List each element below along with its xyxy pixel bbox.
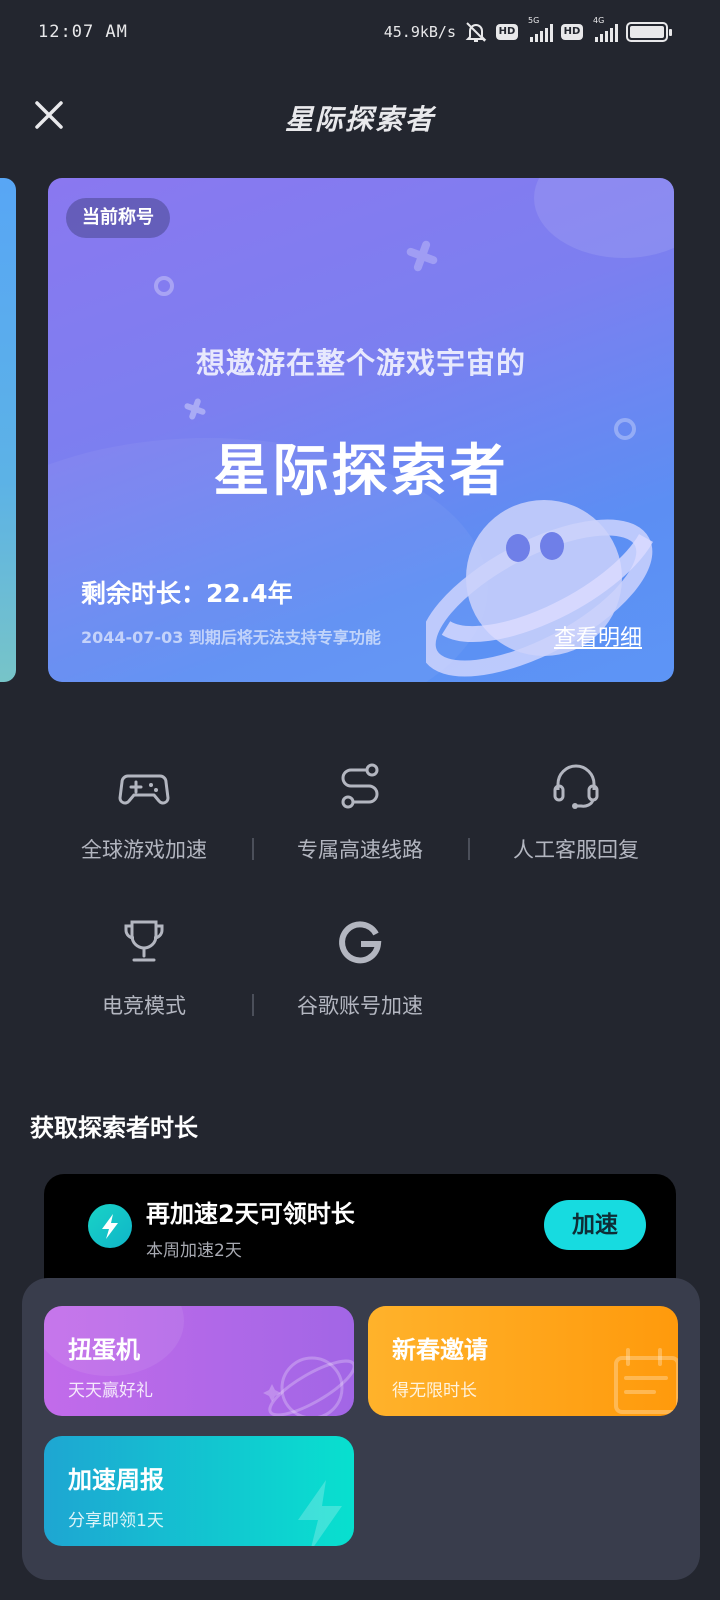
- bell-muted-icon: [465, 22, 487, 42]
- feature-google-account-boost[interactable]: 谷歌账号加速: [252, 916, 468, 1020]
- google-icon: [339, 921, 382, 964]
- sim1-network-gen: 5G: [528, 16, 540, 25]
- tile-title: 新春邀请: [392, 1336, 488, 1364]
- sim2-network-gen: 4G: [593, 16, 605, 25]
- hd-badge: HD: [496, 24, 518, 40]
- route-icon: [341, 763, 379, 809]
- deco-ring-icon: [154, 276, 174, 296]
- headset-icon: [553, 764, 599, 809]
- page-title: 星际探索者: [284, 103, 435, 136]
- planet-outline-icon: [263, 1356, 354, 1416]
- view-details-link[interactable]: 查看明细: [554, 620, 642, 652]
- lightning-icon: [88, 1204, 132, 1248]
- tile-subtitle: 分享即领1天: [68, 1511, 164, 1531]
- task-title: 再加速2天可领时长: [146, 1200, 355, 1228]
- calendar-outline-icon: [614, 1348, 678, 1414]
- gamepad-icon: [118, 774, 170, 805]
- feature-label: 人工客服回复: [513, 838, 639, 862]
- signal-4g-icon: 4G: [591, 16, 618, 42]
- status-icons: 45.9kB/s HD 5G HD 4G: [383, 16, 672, 44]
- tile-subtitle: 天天赢好礼: [68, 1381, 153, 1401]
- status-time: 12:07 AM: [38, 22, 128, 42]
- feature-global-game-boost[interactable]: 全球游戏加速: [36, 760, 252, 864]
- feature-esports-mode[interactable]: 电竞模式: [36, 916, 252, 1020]
- remaining-duration: 剩余时长：22.4年: [81, 579, 293, 608]
- spring-invite-tile[interactable]: 新春邀请 得无限时长: [368, 1306, 678, 1416]
- deco-cross-icon: [184, 398, 206, 420]
- current-title-badge: 当前称号: [66, 198, 170, 238]
- tile-subtitle: 得无限时长: [392, 1381, 477, 1401]
- signal-5g-icon: 5G: [526, 16, 553, 42]
- expire-note: 2044-07-03 到期后将无法支持专享功能: [81, 628, 381, 647]
- gacha-tile[interactable]: 扭蛋机 天天赢好礼: [44, 1306, 354, 1416]
- network-speed: 45.9kB/s: [383, 23, 456, 41]
- feature-label: 专属高速线路: [297, 838, 423, 862]
- boost-button[interactable]: 加速: [544, 1200, 646, 1250]
- activity-sheet: 扭蛋机 天天赢好礼 新春邀请 得无限时长 加速周报 分享即领1天: [22, 1278, 700, 1580]
- feature-dedicated-line[interactable]: 专属高速线路: [252, 760, 468, 864]
- title-subtitle: 想遨游在整个游戏宇宙的: [195, 346, 526, 380]
- hd-badge-2: HD: [561, 24, 583, 40]
- task-subtitle: 本周加速2天: [146, 1241, 242, 1261]
- tile-title: 扭蛋机: [68, 1336, 140, 1364]
- trophy-icon: [124, 920, 164, 962]
- feature-customer-service[interactable]: 人工客服回复: [468, 760, 684, 864]
- feature-label: 全球游戏加速: [81, 838, 207, 862]
- deco-cross-icon: [406, 240, 438, 272]
- deco-circle: [534, 178, 674, 258]
- lightning-outline-icon: [298, 1480, 342, 1546]
- status-bar: 12:07 AM 45.9kB/s HD 5G HD 4G: [0, 0, 720, 70]
- feature-label: 电竞模式: [102, 994, 186, 1018]
- tile-title: 加速周报: [68, 1466, 164, 1494]
- battery-icon: [626, 22, 672, 42]
- previous-title-card[interactable]: [0, 178, 16, 682]
- section-title: 获取探索者时长: [30, 1114, 198, 1142]
- weekly-report-tile[interactable]: 加速周报 分享即领1天: [44, 1436, 354, 1546]
- title-card[interactable]: 当前称号 想遨游在整个游戏宇宙的 星际探索者 剩余时长：22.4年 2044-0…: [48, 178, 674, 682]
- feature-label: 谷歌账号加速: [297, 994, 423, 1018]
